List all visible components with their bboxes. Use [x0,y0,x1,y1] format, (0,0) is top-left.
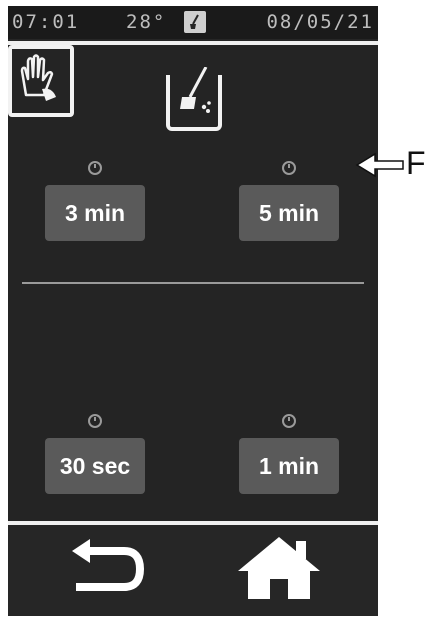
timer-icon [282,161,296,175]
back-button[interactable] [66,537,146,601]
status-bar: 07:01 28° 08/05/21 [8,6,378,39]
timer-icon [88,161,102,175]
status-date: 08/05/21 [266,11,374,33]
timer-icon [88,414,102,428]
device-screen: 07:01 28° 08/05/21 3 min 5 min 30 sec 1 … [8,6,378,616]
timer-icon [282,414,296,428]
duration-button-3-min[interactable]: 3 min [45,185,145,241]
back-arrow-icon [72,539,145,591]
status-time: 07:01 [12,11,80,33]
home-icon [238,537,320,599]
home-button[interactable] [236,535,322,601]
duration-button-30-sec[interactable]: 30 sec [45,438,145,494]
main-panel: 3 min 5 min 30 sec 1 min [8,45,378,521]
duration-button-1-min[interactable]: 1 min [239,438,339,494]
wipe-glove-icon [8,45,74,117]
bottom-nav-bar [8,525,378,616]
status-temperature: 28° [126,11,167,33]
callout-label: F [406,145,426,181]
duration-button-5-min[interactable]: 5 min [239,185,339,241]
section-divider [22,282,364,284]
cleaning-status-icon [184,11,206,33]
callout-arrow-icon [355,152,404,178]
cleaning-bucket-icon [166,67,222,131]
